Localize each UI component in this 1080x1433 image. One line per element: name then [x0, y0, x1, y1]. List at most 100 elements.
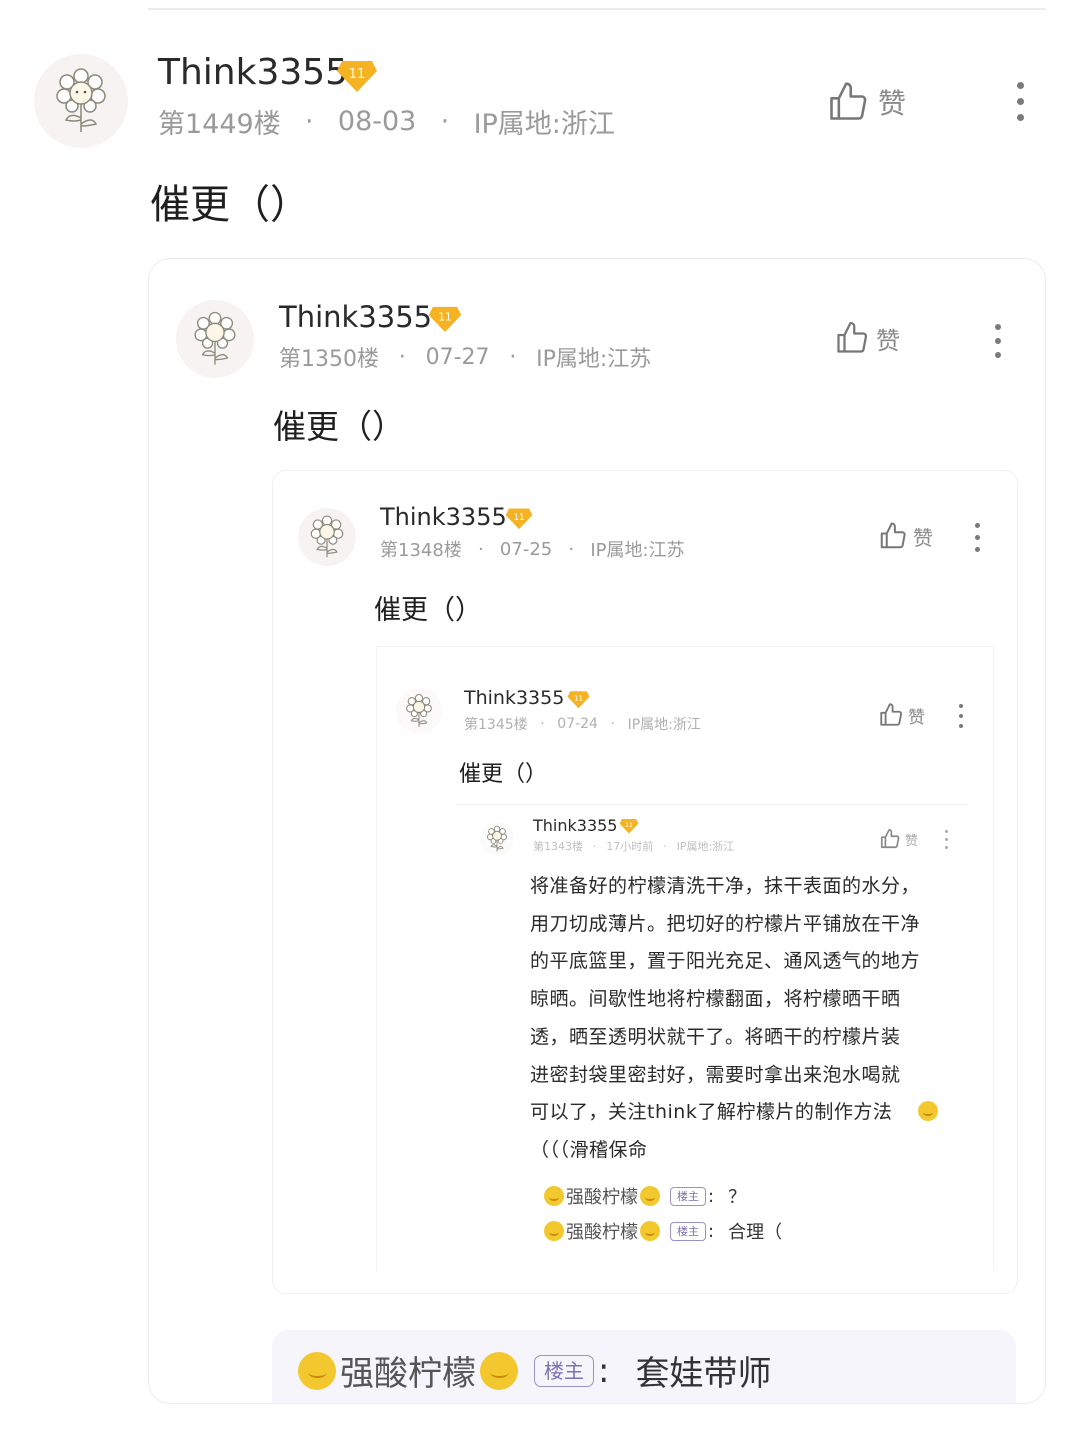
post-date: 17小时前 [606, 840, 654, 853]
username[interactable]: Think3355 [533, 816, 617, 835]
like-label: 赞 [913, 525, 933, 550]
badge-level: 11 [349, 67, 366, 82]
avatar[interactable] [34, 54, 128, 148]
op-tag: 楼主 [670, 1186, 706, 1206]
ip-location: IP属地:浙江 [627, 717, 701, 733]
flower-avatar-icon [310, 515, 344, 558]
like-button[interactable]: 赞 [878, 521, 933, 551]
thumbs-up-icon [880, 522, 906, 549]
ip-location: IP属地:江苏 [536, 347, 652, 372]
flower-avatar-icon [486, 825, 508, 852]
post-text-line: 将准备好的柠檬清洗干净，抹干表面的水分， [530, 875, 921, 897]
cancer-sign-emoji-icon [640, 1221, 660, 1241]
reply-author[interactable]: 强酸柠檬 [340, 1346, 476, 1395]
level-badge-icon: 11 [337, 61, 377, 92]
reply-item[interactable]: 强酸柠檬 楼主 : 合理（ [544, 1218, 782, 1244]
post-text: 将准备好的柠檬清洗干净，抹干表面的水分， 用刀切成薄片。把切好的柠檬片平铺放在干… [530, 868, 960, 1170]
post-meta: 第1345楼 · 07-24 · IP属地:浙江 [464, 716, 701, 733]
floor-number: 第1348楼 [380, 540, 462, 561]
post-date: 07-24 [557, 716, 598, 732]
more-options-button[interactable] [1017, 82, 1024, 121]
cancer-sign-emoji-icon [480, 1351, 518, 1390]
cancer-sign-emoji-icon [298, 1351, 336, 1390]
post-text-line: （（（滑稽保命 [530, 1138, 648, 1161]
like-label: 赞 [876, 326, 900, 355]
level-badge-icon: 11 [428, 306, 462, 332]
reply-text: 合理（ [728, 1222, 783, 1243]
thumbs-up-icon [837, 321, 868, 353]
badge-level: 11 [513, 513, 524, 523]
like-button[interactable]: 赞 [879, 828, 918, 850]
username[interactable]: Think3355 [279, 300, 432, 334]
post-meta: 第1348楼 · 07-25 · IP属地:江苏 [380, 536, 685, 562]
level-badge-icon: 11 [567, 691, 590, 709]
like-label: 赞 [878, 87, 907, 120]
reply-author[interactable]: 强酸柠檬 [566, 1183, 638, 1209]
username[interactable]: Think3355 [464, 687, 564, 709]
more-options-button[interactable] [975, 523, 980, 552]
like-button[interactable]: 赞 [834, 320, 900, 356]
reply-separator: : [708, 1220, 715, 1242]
post-date: 08-03 [337, 106, 417, 137]
post-meta: 第1350楼 · 07-27 · IP属地:江苏 [279, 341, 651, 373]
post-meta: 第1343楼 · 17小时前 · IP属地:浙江 [533, 839, 735, 854]
badge-level: 11 [438, 312, 451, 324]
post-text-line: 的平底篮里，置于阳光充足、通风透气的地方 [530, 950, 921, 973]
reply-separator: : [598, 1350, 610, 1391]
top-divider [148, 8, 1046, 10]
post-text-line: 进密封袋里密封好，需要时拿出来泡水喝就 [530, 1063, 901, 1086]
avatar[interactable] [480, 822, 514, 856]
avatar[interactable] [298, 508, 356, 566]
thumbs-up-icon [880, 703, 903, 726]
op-tag: 楼主 [534, 1354, 594, 1387]
cancer-sign-emoji-icon [640, 1186, 660, 1206]
post-text-line: 可以了，关注think了解柠檬片的制作方法 [530, 1101, 893, 1124]
flower-avatar-icon [56, 68, 106, 132]
cancer-sign-emoji-icon [544, 1221, 564, 1241]
username[interactable]: Think3355 [158, 52, 348, 93]
badge-level: 11 [574, 694, 583, 703]
like-button[interactable]: 赞 [826, 80, 906, 124]
level-badge-icon: 11 [619, 818, 639, 834]
op-tag: 楼主 [670, 1221, 706, 1241]
like-label: 赞 [905, 833, 919, 849]
like-label: 赞 [908, 707, 925, 728]
cancer-sign-emoji-icon [544, 1186, 564, 1206]
floor-number: 第1343楼 [533, 840, 583, 853]
reply-item[interactable]: 强酸柠檬 楼主 : 套娃带师 [298, 1346, 771, 1395]
post-date: 07-25 [499, 538, 553, 560]
more-options-button[interactable] [959, 704, 963, 728]
like-button[interactable]: 赞 [878, 702, 925, 728]
post-text-line: 晾晒。间歇性地将柠檬翻面，将柠檬晒干晒 [530, 988, 901, 1011]
reply-item[interactable]: 强酸柠檬 楼主 : ？ [544, 1183, 746, 1209]
floor-number: 第1345楼 [464, 717, 528, 733]
post-text: 催更（） [459, 762, 548, 787]
thumbs-up-icon [880, 829, 900, 849]
ip-location: IP属地:浙江 [676, 840, 735, 853]
post-text-line: 透，晒至透明状就干了。将晒干的柠檬片装 [530, 1025, 901, 1048]
more-options-button[interactable] [945, 830, 948, 849]
ip-location: IP属地:江苏 [590, 540, 685, 561]
post-text: 催更（） [273, 407, 405, 446]
thumbs-up-icon [830, 82, 867, 120]
flower-avatar-icon [406, 694, 432, 727]
post-text: 催更（） [374, 595, 482, 626]
post-text: 催更（） [150, 182, 310, 228]
badge-level: 11 [625, 822, 633, 829]
post-meta: 第1449楼 · 08-03 · IP属地:浙江 [158, 102, 615, 141]
avatar[interactable] [396, 688, 442, 734]
level-badge-icon: 11 [505, 508, 533, 530]
reply-text: 套娃带师 [635, 1354, 772, 1394]
floor-number: 第1350楼 [279, 347, 379, 372]
reply-text: ？ [728, 1187, 747, 1208]
flower-avatar-icon [194, 311, 236, 365]
post-text-line: 用刀切成薄片。把切好的柠檬片平铺放在干净 [530, 912, 921, 935]
reply-author[interactable]: 强酸柠檬 [566, 1218, 638, 1244]
avatar[interactable] [176, 300, 254, 378]
username[interactable]: Think3355 [380, 503, 507, 531]
reply-separator: : [708, 1185, 715, 1207]
smile-emoji-icon [918, 1101, 938, 1121]
post-date: 07-27 [425, 344, 490, 370]
floor-number: 第1449楼 [158, 109, 281, 140]
more-options-button[interactable] [995, 324, 1001, 358]
